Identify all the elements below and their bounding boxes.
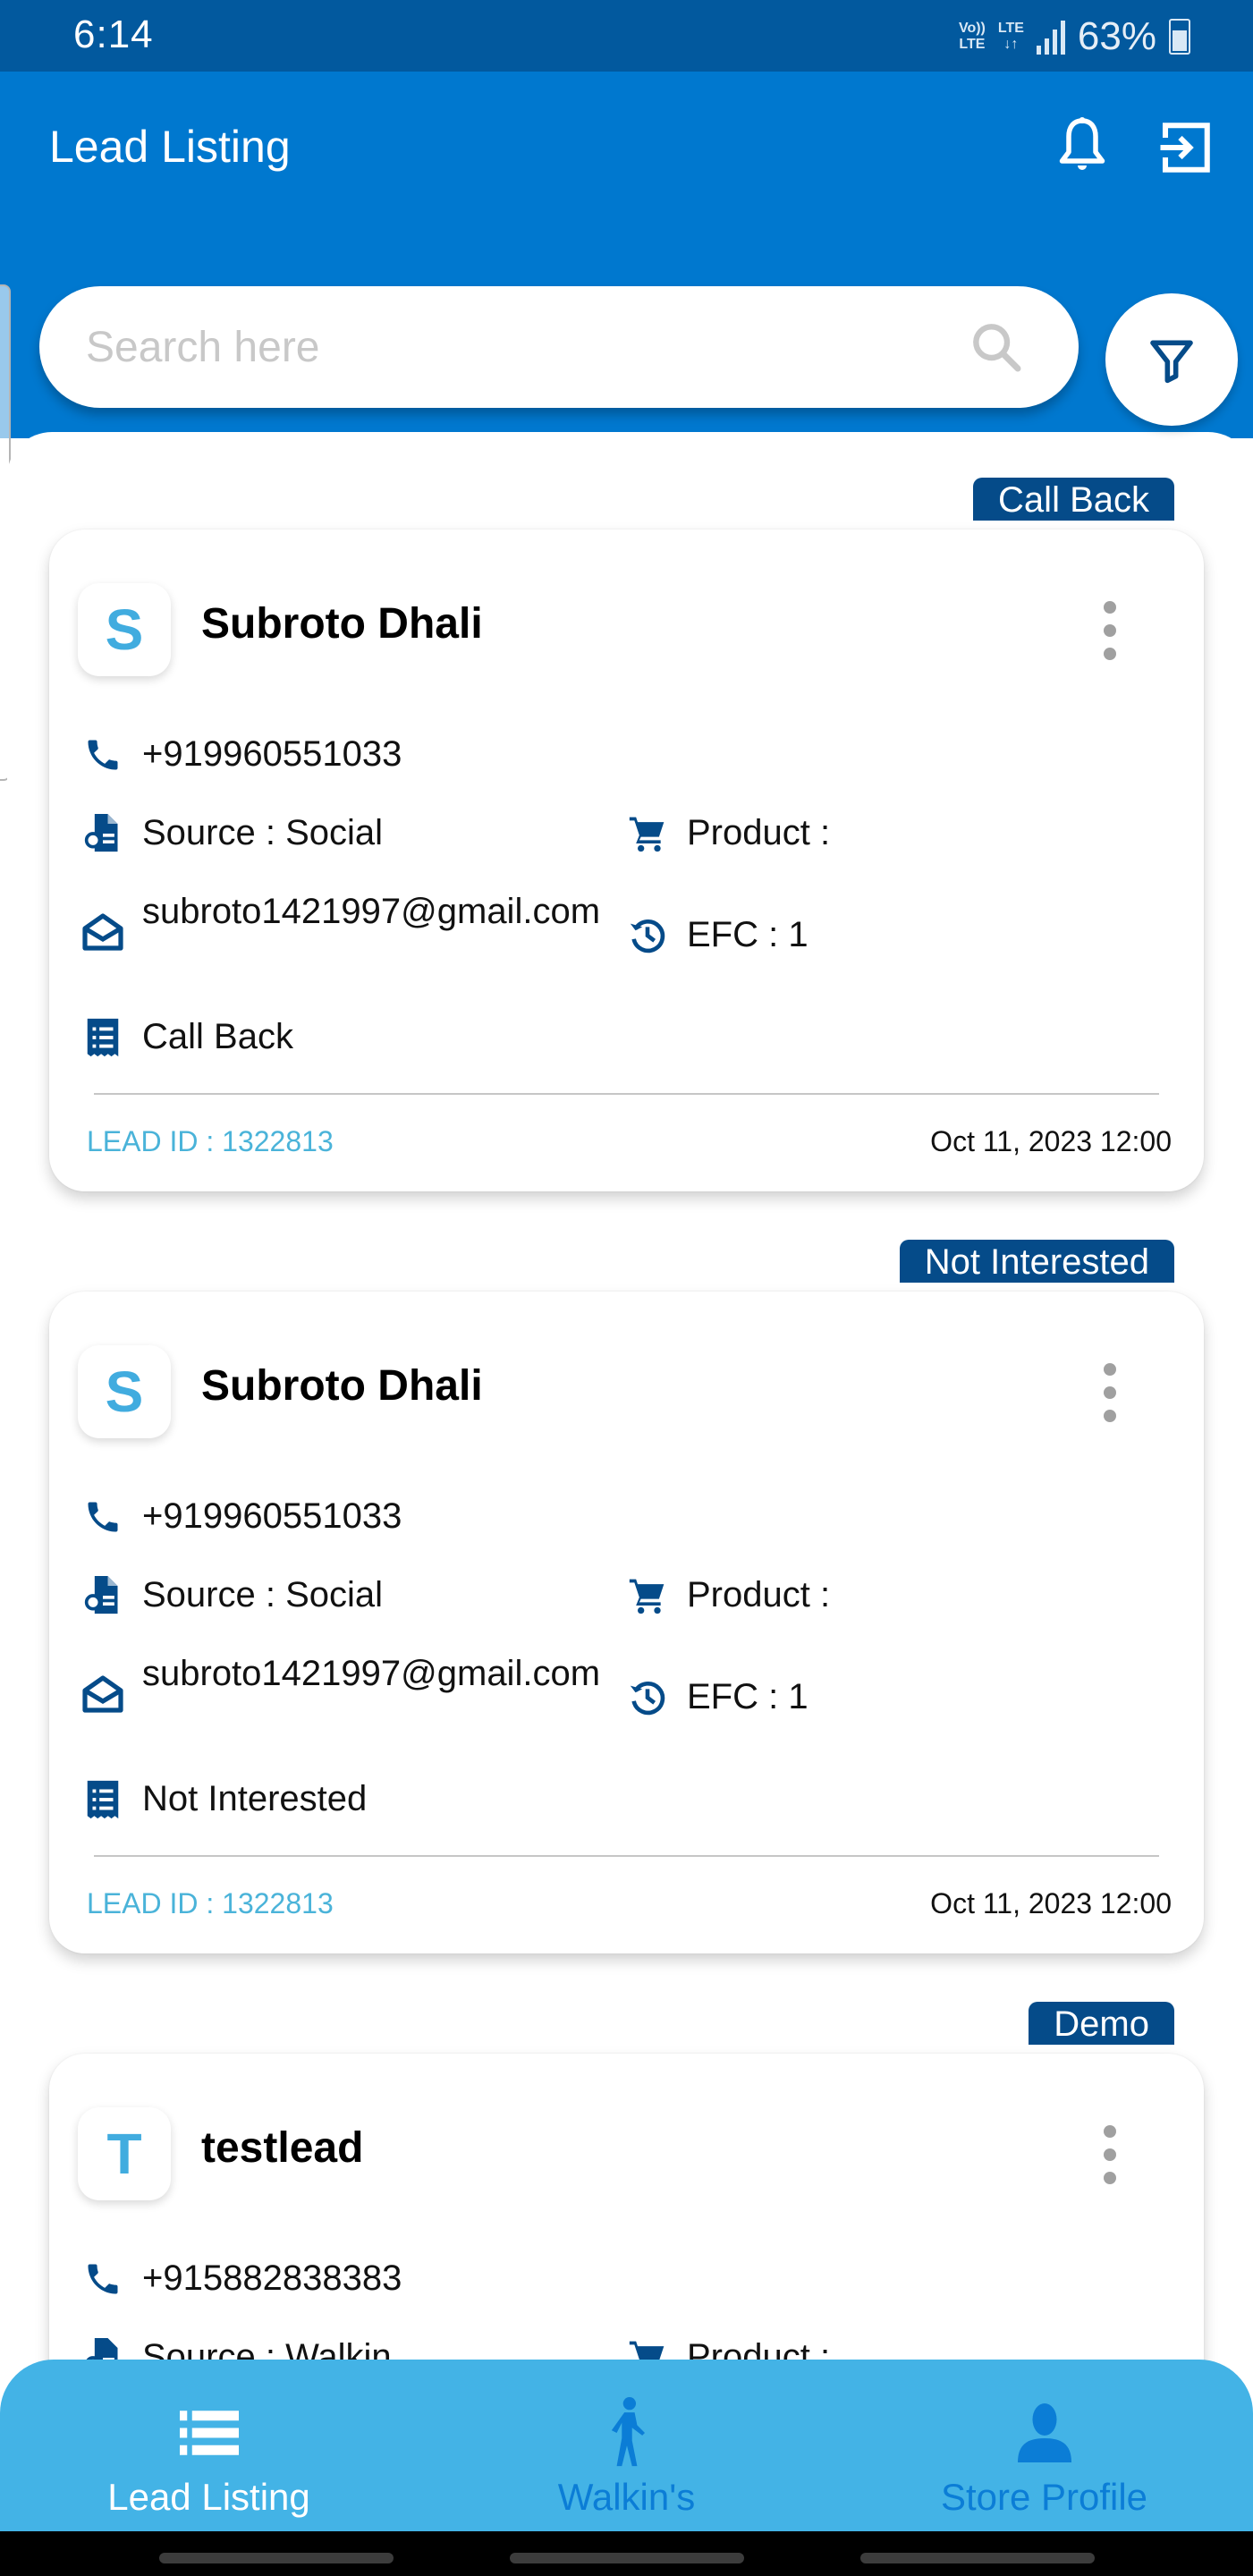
receipt-list-icon (87, 1018, 119, 1057)
document-search-icon (84, 814, 118, 852)
phone-row[interactable]: +915882838383 (81, 2258, 402, 2301)
list-icon (179, 2411, 239, 2455)
product-row: Product : (626, 812, 830, 855)
phone-row[interactable]: +919960551033 (81, 733, 402, 776)
walking-person-icon (611, 2397, 645, 2467)
nav-label: Store Profile (940, 2476, 1148, 2518)
card-divider (94, 1093, 1159, 1095)
filter-button[interactable] (1105, 293, 1238, 426)
lead-card[interactable]: S Subroto Dhali +919960551033 Source : S… (49, 1292, 1204, 1953)
phone-row[interactable]: +919960551033 (81, 1496, 402, 1538)
nav-tab-store-profile[interactable]: Store Profile (835, 2360, 1253, 2531)
nav-label: Lead Listing (107, 2476, 310, 2518)
lead-card[interactable]: S Subroto Dhali +919960551033 Source : S… (49, 530, 1204, 1191)
phone-icon (88, 740, 118, 770)
lead-date: Oct 11, 2023 12:00 (930, 1887, 1172, 1919)
search-input[interactable] (86, 322, 968, 372)
lead-name: testlead (201, 2124, 364, 2172)
email-icon (82, 1675, 123, 1713)
efc-row: EFC : 1 (626, 914, 809, 957)
nav-label: Walkin's (557, 2476, 696, 2518)
battery-percent: 63% (1077, 14, 1156, 58)
home-button[interactable] (510, 2553, 744, 2563)
bottom-navigation: Lead Listing Walkin's Store Profile (0, 2360, 1253, 2531)
history-icon (630, 1682, 665, 1716)
lead-source: Source : Social (142, 1575, 384, 1614)
lead-name: Subroto Dhali (201, 600, 483, 648)
lead-email: subroto1421997@gmail.com (142, 1654, 601, 1693)
history-icon (630, 919, 665, 953)
signal-icon (1036, 19, 1065, 55)
more-options-button[interactable] (1096, 601, 1123, 660)
lead-product: Product : (687, 1575, 831, 1614)
email-row[interactable]: subroto1421997@gmail.com (81, 891, 625, 953)
status-indicators: Vo)) LTE LTE ↓↑ 63% (959, 14, 1190, 59)
status-time: 6:14 (73, 13, 154, 56)
status-tag: Call Back (973, 478, 1174, 521)
email-row[interactable]: subroto1421997@gmail.com (81, 1653, 625, 1716)
network-label: LTE (997, 21, 1024, 36)
efc-row: EFC : 1 (626, 1676, 809, 1719)
lead-email: subroto1421997@gmail.com (142, 892, 601, 931)
cart-icon (629, 1579, 665, 1614)
status-bar: 6:14 Vo)) LTE LTE ↓↑ 63% (0, 0, 1253, 72)
phone-icon (88, 2264, 118, 2294)
recent-apps-button[interactable] (159, 2553, 394, 2563)
filter-icon (1150, 340, 1193, 384)
lead-date: Oct 11, 2023 12:00 (930, 1125, 1172, 1157)
lead-source: Source : Social (142, 813, 384, 852)
card-divider (94, 1855, 1159, 1857)
back-button[interactable] (860, 2553, 1095, 2563)
phone-number: +919960551033 (142, 734, 402, 774)
lead-status: Call Back (142, 1017, 293, 1056)
lead-status: Not Interested (142, 1779, 368, 1818)
notifications-button[interactable] (1051, 116, 1113, 179)
more-options-button[interactable] (1096, 2125, 1123, 2184)
status-row: Not Interested (81, 1778, 367, 1821)
status-tag: Demo (1029, 2002, 1174, 2045)
source-row: Source : Social (81, 812, 383, 855)
bell-icon (1059, 117, 1105, 170)
lead-efc: EFC : 1 (687, 915, 809, 954)
avatar: T (78, 2107, 171, 2200)
source-row: Source : Social (81, 1574, 383, 1617)
more-options-button[interactable] (1096, 1363, 1123, 1422)
lead-id: LEAD ID : 1322813 (87, 1887, 334, 1919)
cart-icon (629, 817, 665, 852)
search-bar (39, 286, 1079, 408)
phone-icon (88, 1502, 118, 1532)
lte-data-indicator: LTE ↓↑ (997, 21, 1024, 52)
avatar: S (78, 1345, 171, 1438)
battery-icon (1169, 19, 1190, 55)
receipt-list-icon (87, 1780, 119, 1819)
nav-tab-lead-listing[interactable]: Lead Listing (0, 2360, 418, 2531)
page-title: Lead Listing (49, 122, 291, 172)
volte-indicator: Vo)) LTE (958, 21, 986, 52)
status-row: Call Back (81, 1016, 293, 1059)
lead-product: Product : (687, 813, 831, 852)
system-navigation-bar (0, 2531, 1253, 2576)
nav-tab-walkins[interactable]: Walkin's (418, 2360, 835, 2531)
lead-name: Subroto Dhali (201, 1362, 483, 1410)
person-icon (1017, 2403, 1071, 2462)
search-icon[interactable] (968, 318, 1025, 376)
logout-button[interactable] (1154, 116, 1216, 179)
logout-icon (1160, 123, 1210, 173)
avatar: S (78, 583, 171, 676)
phone-number: +919960551033 (142, 1496, 402, 1536)
lead-id: LEAD ID : 1322813 (87, 1125, 334, 1157)
email-icon (82, 913, 123, 951)
phone-number: +915882838383 (142, 2258, 402, 2298)
status-tag: Not Interested (899, 1240, 1174, 1283)
product-row: Product : (626, 1574, 830, 1617)
lead-efc: EFC : 1 (687, 1677, 809, 1716)
document-search-icon (84, 1576, 118, 1614)
